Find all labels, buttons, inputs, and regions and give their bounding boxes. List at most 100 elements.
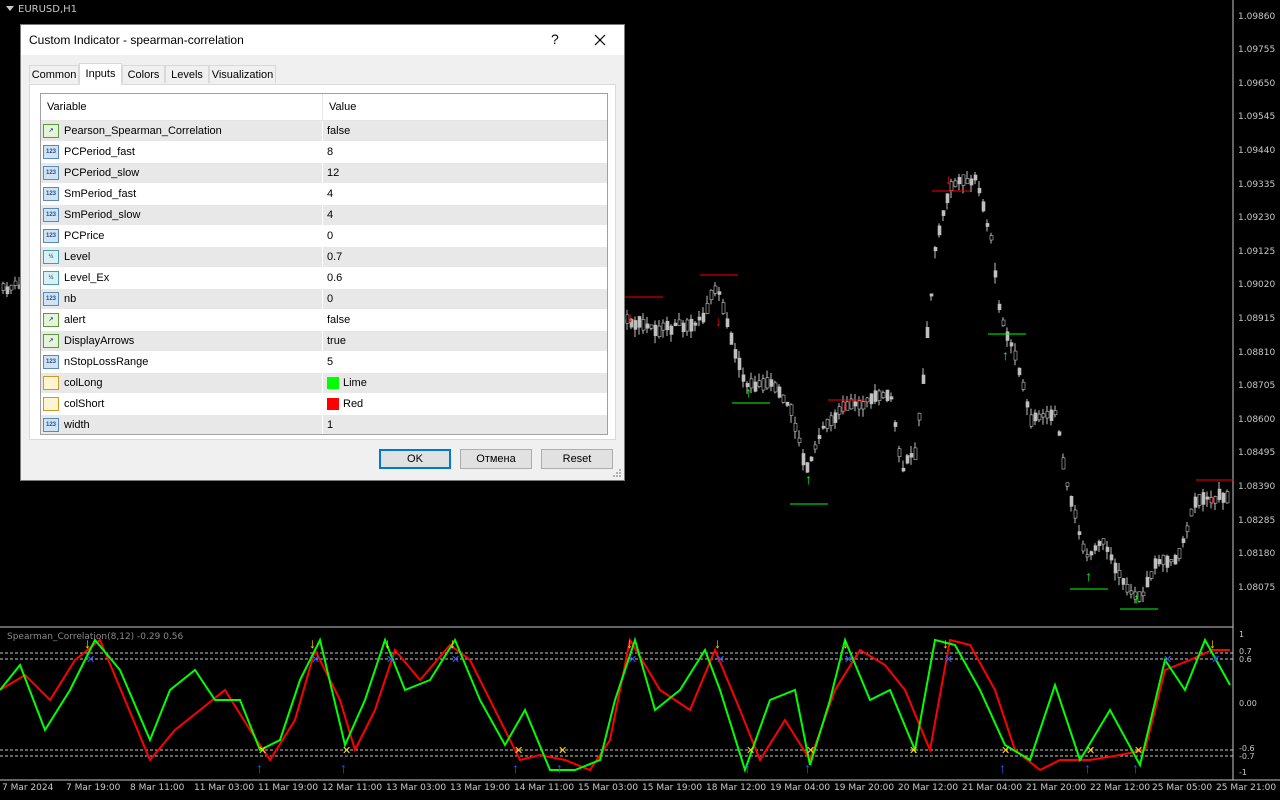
- candle: [993, 270, 998, 278]
- table-row[interactable]: ↗ Pearson_Spearman_Correlation false: [41, 121, 607, 142]
- tab-colors[interactable]: Colors: [122, 65, 165, 83]
- table-row[interactable]: 123 PCPeriod_slow 12: [41, 163, 607, 184]
- candle: [757, 380, 762, 387]
- value-cell[interactable]: Red: [323, 394, 607, 414]
- up-signal-icon: ↑: [804, 760, 811, 776]
- tab-visualization[interactable]: Visualization: [209, 65, 276, 83]
- cross-marker-icon: ✕: [746, 745, 755, 757]
- candle: [1053, 410, 1058, 415]
- double-icon: ½: [43, 271, 59, 285]
- candle: [701, 312, 706, 323]
- candle: [929, 293, 934, 297]
- variable-value: false: [327, 125, 351, 137]
- bool-icon: ↗: [43, 313, 59, 327]
- value-cell[interactable]: 0.6: [323, 268, 607, 288]
- price-label: 1.08810: [1238, 348, 1276, 358]
- cross-marker-icon: ✕: [558, 745, 567, 757]
- candle: [1037, 413, 1042, 421]
- value-cell[interactable]: 8: [323, 142, 607, 162]
- time-label: 22 Mar 12:00: [1090, 783, 1151, 793]
- value-cell[interactable]: 0: [323, 226, 607, 246]
- value-cell[interactable]: 4: [323, 205, 607, 225]
- variable-name: PCPeriod_slow: [64, 167, 140, 179]
- table-row[interactable]: ½ Level_Ex 0.6: [41, 268, 607, 289]
- table-body: ↗ Pearson_Spearman_Correlation false 123 P…: [41, 121, 607, 434]
- table-row[interactable]: 123 nb 0: [41, 289, 607, 310]
- indicator-title: Spearman_Correlation(8,12) -0.29 0.56: [7, 632, 184, 642]
- variable-value: Lime: [343, 377, 367, 389]
- table-header: Variable Value: [41, 94, 607, 121]
- cancel-button[interactable]: Отмена: [460, 449, 532, 469]
- table-row[interactable]: 123 nStopLossRange 5: [41, 352, 607, 373]
- candle: [777, 386, 782, 398]
- tab-levels[interactable]: Levels: [165, 65, 209, 83]
- value-cell[interactable]: true: [323, 331, 607, 351]
- value-cell[interactable]: 0: [323, 289, 607, 309]
- help-button[interactable]: ?: [551, 31, 559, 47]
- candle: [733, 349, 738, 359]
- price-label: 1.09545: [1238, 112, 1276, 122]
- candle: [709, 289, 714, 300]
- reset-button[interactable]: Reset: [541, 449, 613, 469]
- variable-cell: 123 SmPeriod_slow: [41, 205, 323, 225]
- variable-name: nStopLossRange: [64, 356, 149, 368]
- column-header-value[interactable]: Value: [323, 94, 356, 120]
- resize-grip-icon[interactable]: [612, 468, 622, 478]
- time-label: 8 Mar 11:00: [130, 783, 185, 793]
- candle: [933, 247, 938, 252]
- table-row[interactable]: ½ Level 0.7: [41, 247, 607, 268]
- candle: [829, 415, 834, 426]
- value-cell[interactable]: false: [323, 121, 607, 141]
- table-row[interactable]: 123 SmPeriod_slow 4: [41, 205, 607, 226]
- time-label: 15 Mar 03:00: [578, 783, 639, 793]
- candle: [1173, 555, 1178, 565]
- table-row[interactable]: colShort Red: [41, 394, 607, 415]
- candle: [1077, 531, 1082, 535]
- variable-value: 0: [327, 293, 334, 305]
- table-row[interactable]: 123 SmPeriod_fast 4: [41, 184, 607, 205]
- buy-arrow-icon: ↑: [1085, 568, 1092, 584]
- value-cell[interactable]: 5: [323, 352, 607, 372]
- candle: [1093, 545, 1098, 551]
- value-cell[interactable]: false: [323, 310, 607, 330]
- dialog-titlebar[interactable]: Custom Indicator - spearman-correlation …: [21, 25, 624, 55]
- table-row[interactable]: ↗ alert false: [41, 310, 607, 331]
- candle: [1081, 543, 1086, 552]
- candle: [1125, 584, 1130, 593]
- variable-name: Level: [64, 251, 91, 263]
- value-cell[interactable]: Lime: [323, 373, 607, 393]
- cross-marker-icon: ✕: [844, 654, 853, 666]
- tab-inputs[interactable]: Inputs: [79, 63, 122, 85]
- candle: [1073, 509, 1078, 519]
- close-icon[interactable]: [587, 27, 613, 53]
- candle: [657, 325, 662, 337]
- indicator-level-label: 0.6: [1239, 655, 1252, 664]
- ok-button[interactable]: OK: [379, 449, 451, 469]
- time-label: 13 Mar 19:00: [450, 783, 511, 793]
- candle: [973, 174, 978, 181]
- candle: [645, 323, 650, 329]
- table-row[interactable]: 123 PCPeriod_fast 8: [41, 142, 607, 163]
- table-row[interactable]: 123 width 1: [41, 415, 607, 434]
- table-row[interactable]: colLong Lime: [41, 373, 607, 394]
- table-row[interactable]: 123 PCPrice 0: [41, 226, 607, 247]
- variable-name: PCPeriod_fast: [64, 146, 135, 158]
- variable-value: 0.6: [327, 272, 343, 284]
- table-row[interactable]: ↗ DisplayArrows true: [41, 331, 607, 352]
- variable-cell: 123 PCPeriod_fast: [41, 142, 323, 162]
- dropdown-triangle-icon[interactable]: [6, 6, 14, 11]
- int-icon: 123: [43, 418, 59, 432]
- tab-common[interactable]: Common: [29, 65, 79, 83]
- value-cell[interactable]: 4: [323, 184, 607, 204]
- candle: [669, 325, 674, 335]
- variable-value: Red: [343, 398, 364, 410]
- candle: [813, 444, 818, 450]
- candle: [721, 302, 726, 314]
- value-cell[interactable]: 0.7: [323, 247, 607, 267]
- candle: [1021, 381, 1026, 390]
- time-label: 20 Mar 12:00: [898, 783, 959, 793]
- column-header-variable[interactable]: Variable: [41, 94, 323, 120]
- value-cell[interactable]: 1: [323, 415, 607, 434]
- value-cell[interactable]: 12: [323, 163, 607, 183]
- down-signal-icon: ↓: [942, 635, 949, 651]
